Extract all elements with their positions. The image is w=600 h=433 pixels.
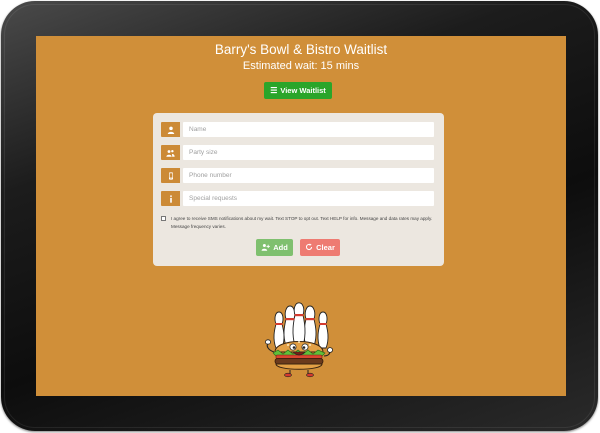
clear-button[interactable]: Clear	[300, 239, 340, 256]
special-requests-input[interactable]	[183, 191, 434, 206]
app-screen: Barry's Bowl & Bistro Waitlist Estimated…	[36, 36, 566, 396]
party-size-input[interactable]	[183, 145, 434, 160]
name-input[interactable]	[183, 122, 434, 137]
estimated-wait-text: Estimated wait: 15 mins	[242, 60, 360, 72]
phone-number-input[interactable]	[183, 168, 434, 183]
page-title: Barry's Bowl & Bistro Waitlist	[214, 42, 388, 57]
list-icon: ☰	[270, 85, 278, 95]
sms-consent-checkbox[interactable]	[161, 216, 166, 221]
add-button-label: Add	[273, 243, 288, 252]
add-user-icon	[261, 243, 271, 253]
special-requests-row	[161, 191, 434, 206]
party-size-row	[161, 145, 434, 160]
waitlist-form: I agree to receive SMS notifications abo…	[153, 113, 444, 266]
phone-icon	[161, 168, 180, 183]
sms-consent: I agree to receive SMS notifications abo…	[161, 215, 439, 230]
users-icon	[161, 145, 180, 160]
user-icon	[161, 122, 180, 137]
refresh-icon	[305, 242, 313, 253]
bowling-pins-burger-mascot-icon	[265, 302, 334, 378]
phone-row	[161, 168, 434, 183]
clear-button-label: Clear	[316, 243, 335, 252]
info-icon	[161, 191, 180, 206]
sms-consent-text: I agree to receive SMS notifications abo…	[171, 216, 433, 229]
name-row	[161, 122, 434, 137]
view-waitlist-button[interactable]: ☰ View Waitlist	[264, 82, 332, 99]
view-waitlist-label: View Waitlist	[280, 86, 326, 95]
add-button[interactable]: Add	[256, 239, 293, 256]
tablet-frame: Barry's Bowl & Bistro Waitlist Estimated…	[1, 1, 598, 431]
